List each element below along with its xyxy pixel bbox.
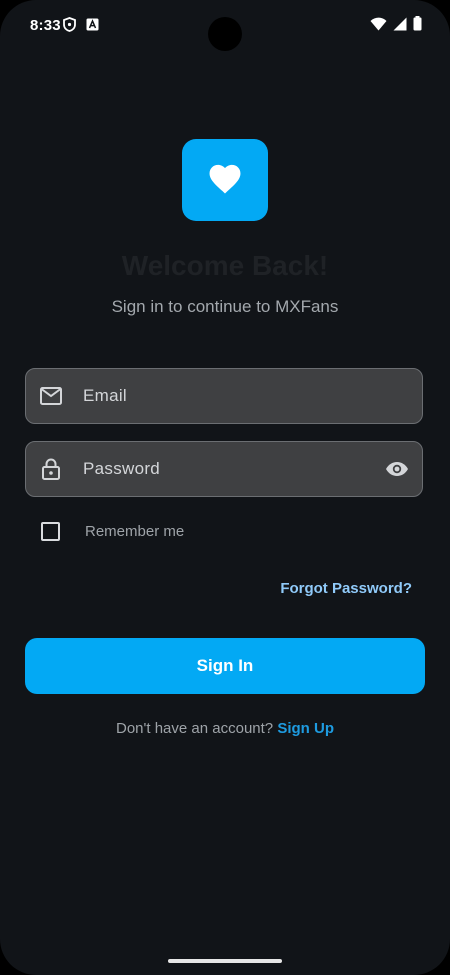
email-field (25, 368, 423, 424)
password-input[interactable] (81, 441, 384, 497)
password-field (25, 441, 423, 497)
status-right-icons (370, 16, 422, 31)
page-subtitle: Sign in to continue to MXFans (111, 297, 339, 316)
sign-up-link[interactable]: Sign Up (277, 720, 334, 737)
status-left-icons (63, 17, 99, 32)
mail-icon (39, 384, 63, 408)
phone-screen: 8:33 Welcome Back! Sign in to continue t… (0, 0, 450, 975)
remember-me-checkbox[interactable] (41, 522, 60, 541)
shield-icon (63, 17, 76, 32)
app-logo (182, 139, 268, 221)
lock-icon (39, 457, 63, 481)
forgot-password-link[interactable]: Forgot Password? (280, 580, 412, 597)
battery-icon (413, 16, 422, 31)
app-notification-icon (86, 18, 99, 31)
heart-icon (206, 161, 244, 200)
signal-icon (393, 17, 407, 31)
remember-me-label: Remember me (85, 523, 185, 540)
status-time: 8:33 (30, 17, 61, 34)
signup-prompt-text: Don't have an account? (116, 720, 274, 737)
status-bar: 8:33 (0, 0, 450, 52)
home-indicator[interactable] (168, 959, 282, 963)
sign-in-button[interactable]: Sign In (25, 638, 425, 694)
email-input[interactable] (81, 368, 422, 424)
camera-cutout (208, 17, 242, 51)
eye-icon[interactable] (384, 456, 410, 482)
wifi-icon (370, 17, 387, 31)
signup-prompt: Don't have an account? Sign Up (0, 720, 450, 737)
page-title: Welcome Back! (121, 250, 329, 281)
